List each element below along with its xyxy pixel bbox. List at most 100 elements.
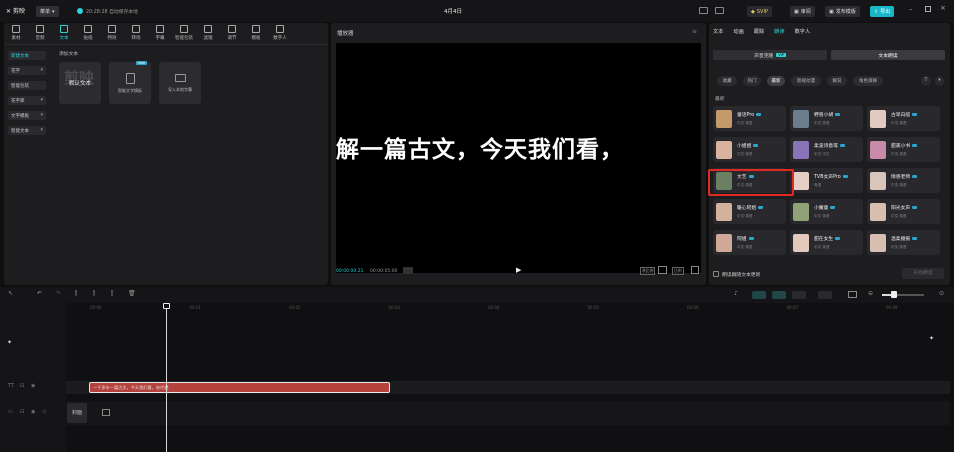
mute-icon[interactable]: ◁ — [42, 409, 46, 415]
minimize-icon[interactable]: – — [909, 5, 913, 13]
voice-card[interactable]: 小魔童 中文·英语 — [790, 199, 863, 224]
import-subtitle-card[interactable]: 导入本地字幕 — [159, 62, 201, 104]
tool-tab-9[interactable]: 调节 — [220, 23, 244, 41]
property-tab-1[interactable]: 动画 — [733, 28, 743, 35]
voice-card[interactable]: 温柔播报 中文·英语 — [867, 230, 940, 255]
split-icon[interactable]: ⫿ — [75, 290, 77, 298]
publish-template-button[interactable]: ▣ 发布模版 — [825, 6, 860, 17]
split-right-icon[interactable]: ⫿ — [111, 290, 113, 298]
layout-icon[interactable] — [699, 7, 708, 14]
lock-icon[interactable]: ⊡ — [20, 383, 24, 389]
voice-language: 中文·中文 — [814, 152, 830, 156]
voice-card[interactable]: 柔波诗意等 中文·中文 — [790, 137, 863, 162]
original-ratio-button[interactable]: 原比例 — [640, 267, 656, 275]
menu-icon[interactable]: ≡ — [692, 28, 697, 35]
tool-tab-2[interactable]: 文本 — [52, 23, 76, 41]
tool-tab-10[interactable]: 模板 — [244, 23, 268, 41]
tool-tab-8[interactable]: 滤镜 — [196, 23, 220, 41]
filter-chip[interactable]: 解说 — [827, 76, 847, 86]
filter-chip[interactable]: 影视动漫 — [791, 76, 821, 86]
voice-card[interactable]: 阳光女声 中文·英语 — [867, 199, 940, 224]
project-title[interactable]: 4月4日 — [444, 7, 462, 15]
playhead[interactable] — [166, 305, 167, 452]
text-clip[interactable]: 一千多年一篇古文，今天我们看，宋代就 — [89, 382, 390, 393]
property-tab-2[interactable]: 跟踪 — [754, 28, 764, 35]
tool-tab-5[interactable]: 转场 — [124, 23, 148, 41]
category-fancy-text[interactable]: 花字 ▾ — [8, 66, 46, 75]
voice-card[interactable]: 阿姐 中文·英语 — [713, 230, 786, 255]
voice-card[interactable]: 童话Pro 中文·英语 — [713, 106, 786, 131]
microphone-icon[interactable]: ♪ — [734, 290, 738, 297]
speech-bubble-icon — [758, 206, 764, 209]
zoom-slider-thumb[interactable] — [891, 291, 897, 298]
filter-options-icon[interactable]: T — [921, 76, 931, 86]
delete-icon[interactable]: 🗑 — [128, 290, 136, 297]
menu-button[interactable]: 菜单 ▾ — [36, 6, 59, 17]
zoom-out-icon[interactable]: ⊖ — [868, 290, 873, 297]
speech-bubble-icon — [912, 113, 918, 116]
link-toggle-icon[interactable] — [772, 291, 786, 299]
property-tab-4[interactable]: 数字人 — [795, 28, 811, 35]
video-preview[interactable]: 解一篇古文，今天我们看， — [336, 43, 701, 273]
eye-icon[interactable]: ◉ — [31, 409, 35, 415]
category-smart-text[interactable]: 智能文本 ▾ — [8, 126, 46, 135]
category-text-template[interactable]: 文字模板 ▾ — [8, 111, 46, 120]
tool-tab-4[interactable]: 特效 — [100, 23, 124, 41]
svip-button[interactable]: ◆ SVIP — [747, 6, 772, 17]
redo-icon[interactable]: ↷ — [56, 290, 61, 297]
tool-tab-7[interactable]: 智能包装 — [172, 23, 196, 41]
cover-button[interactable]: 封面 — [67, 403, 87, 423]
voice-card[interactable]: 甜在女生 中文·英语 — [790, 230, 863, 255]
caption-icon[interactable] — [848, 291, 857, 298]
preview-axis-icon[interactable] — [792, 291, 806, 299]
snap-toggle-icon[interactable] — [752, 291, 766, 299]
voice-card[interactable]: 情感老师 中文·英语 — [867, 168, 940, 193]
timecode-toggle-icon[interactable] — [403, 267, 413, 274]
screen-icon[interactable] — [715, 7, 724, 14]
property-tab-3[interactable]: 朗读 — [774, 28, 784, 35]
review-button[interactable]: ▣ 审阅 — [790, 6, 815, 17]
default-text-card[interactable]: 剪映 默认文本 — [59, 62, 101, 104]
filter-chip[interactable]: 角色演绎 — [853, 76, 883, 86]
subtab-voice-clone[interactable]: 声音克隆 VIP — [713, 50, 827, 60]
chevron-down-icon[interactable]: ▾ — [935, 76, 944, 86]
eye-icon[interactable]: ◉ — [31, 383, 35, 389]
maximize-icon[interactable] — [925, 6, 931, 12]
filter-chip[interactable]: 收藏 — [717, 76, 737, 86]
tool-tab-0[interactable]: 素材 — [4, 23, 28, 41]
voice-card[interactable]: 野兽小胡 中文·英语 — [790, 106, 863, 131]
start-reading-button[interactable]: 开始朗读 — [902, 268, 944, 279]
voice-card[interactable]: 古早白船 中文·英语 — [867, 106, 940, 131]
subtab-text-reading[interactable]: 文本朗读 — [831, 50, 945, 60]
voice-card[interactable]: 暖心阿姐 中文·英语 — [713, 199, 786, 224]
play-icon[interactable]: ▶ — [516, 266, 521, 274]
voice-card[interactable]: 甜美小书 中文·英语 — [867, 137, 940, 162]
voice-card[interactable]: 小姐姐 中文·英语 — [713, 137, 786, 162]
tool-icon — [108, 25, 116, 33]
ratio-button[interactable]: 比例 — [672, 267, 684, 275]
split-left-icon[interactable]: ⫿ — [93, 290, 95, 298]
tool-tab-3[interactable]: 贴纸 — [76, 23, 100, 41]
category-fancy-library[interactable]: 花字库 ▾ — [8, 96, 46, 105]
filter-chip[interactable]: 热门 — [743, 76, 761, 86]
smart-template-card[interactable]: new 智能文字模板 — [109, 61, 151, 104]
category-smart-pack[interactable]: 智能包装 — [8, 81, 46, 90]
tool-tab-6[interactable]: 字幕 — [148, 23, 172, 41]
follow-text-checkbox[interactable] — [713, 271, 719, 277]
category-new-text[interactable]: 新建文本 — [8, 51, 46, 60]
undo-icon[interactable]: ↶ — [37, 290, 42, 297]
close-icon[interactable]: × — [940, 4, 946, 12]
export-button[interactable]: ⇪ 导出 — [870, 6, 895, 17]
playhead-handle[interactable] — [163, 303, 170, 309]
tool-tab-11[interactable]: 数字人 — [268, 23, 292, 41]
lock-icon[interactable]: ⊡ — [20, 409, 24, 415]
fit-icon[interactable] — [658, 266, 667, 274]
select-cursor-icon[interactable]: ↖ — [8, 290, 13, 297]
tool-tab-1[interactable]: 音频 — [28, 23, 52, 41]
fit-timeline-icon[interactable]: ⊙ — [939, 290, 944, 297]
voice-card[interactable]: TVB女声Pro 粤语 — [790, 168, 863, 193]
property-tab-0[interactable]: 文本 — [713, 28, 723, 35]
filter-chip[interactable]: 最新 — [767, 76, 785, 86]
audio-icon[interactable] — [818, 291, 832, 299]
fullscreen-icon[interactable] — [691, 266, 699, 274]
